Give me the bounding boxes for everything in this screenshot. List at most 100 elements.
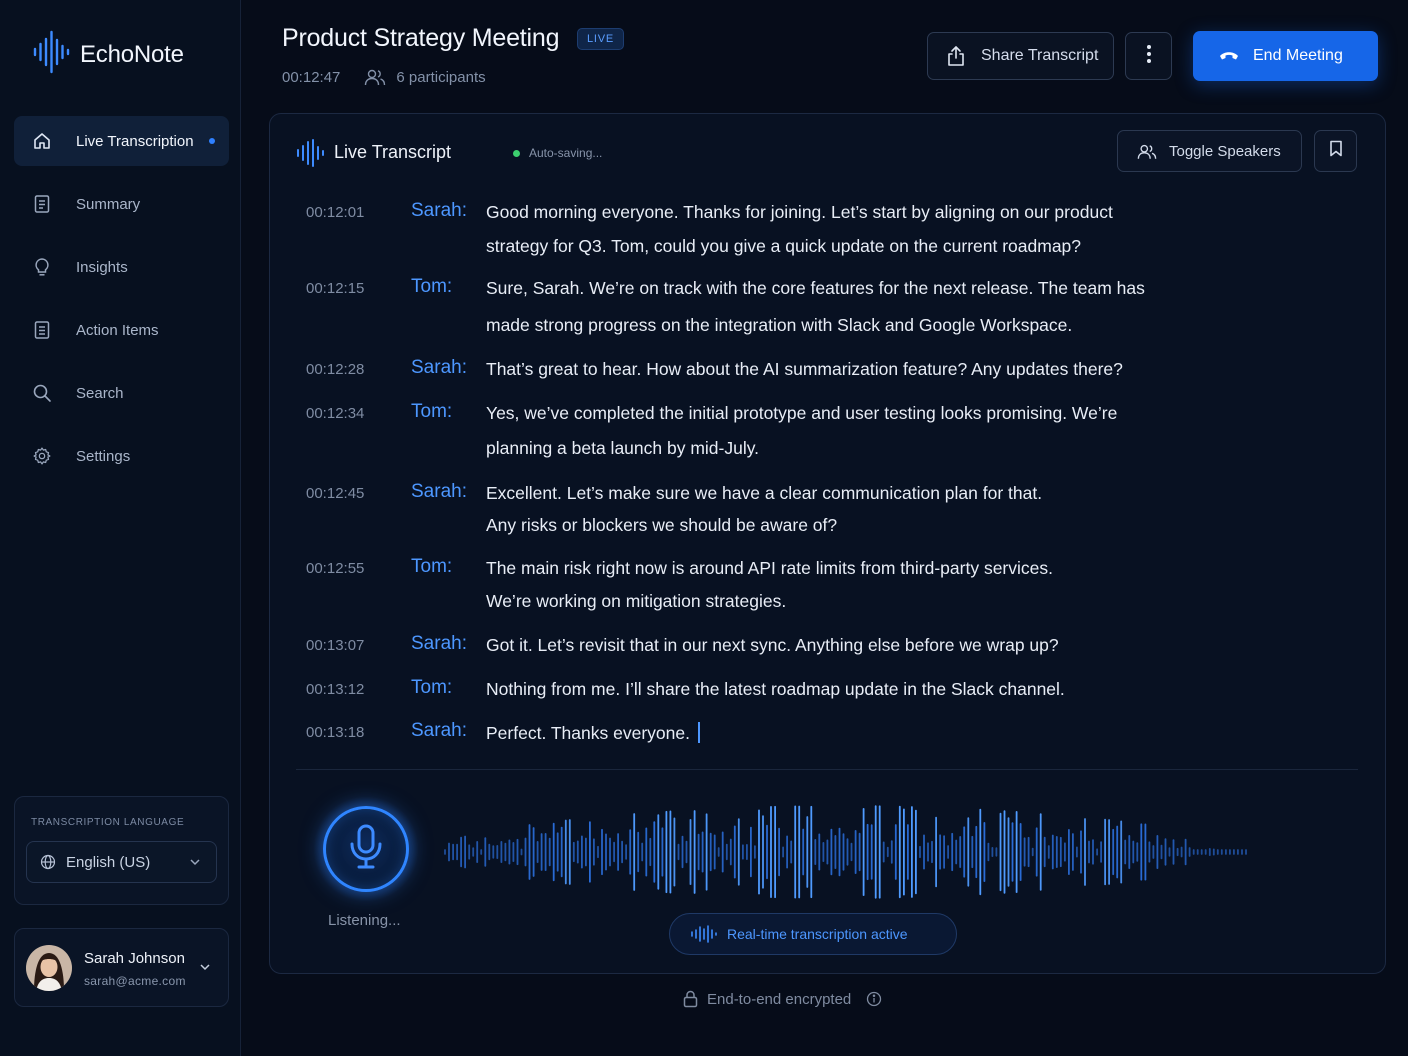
lock-icon (683, 990, 698, 1008)
chevron-down-icon (188, 855, 202, 869)
realtime-status-pill: Real-time transcription active (669, 913, 957, 955)
entry-timestamp: 00:13:12 (306, 681, 365, 698)
waveform-icon (690, 925, 718, 943)
entry-text-line: Nothing from me. I’ll share the latest r… (486, 679, 1065, 699)
sidebar-item-summary[interactable]: Summary (14, 179, 229, 229)
toggle-speakers-button[interactable]: Toggle Speakers (1117, 130, 1302, 172)
avatar (26, 945, 72, 991)
entry-text-line: planning a beta launch by mid-July. (486, 438, 760, 458)
sidebar-item-live-transcription[interactable]: Live Transcription (14, 116, 229, 166)
live-badge: LIVE (577, 28, 624, 50)
sidebar-item-label: Search (76, 384, 124, 402)
more-options-button[interactable] (1125, 32, 1172, 80)
entry-text-line: strategy for Q3. Tom, could you give a q… (486, 236, 1082, 256)
entry-speaker[interactable]: Sarah: (411, 200, 467, 222)
entry-text-line: The main risk right now is around API ra… (486, 558, 1053, 578)
entry-text-line: Perfect. Thanks everyone. (486, 722, 1186, 744)
participants-count: 6 participants (396, 68, 486, 86)
user-profile-menu[interactable]: Sarah Johnson sarah@acme.com (14, 928, 229, 1007)
sidebar-item-search[interactable]: Search (14, 368, 229, 418)
entry-speaker[interactable]: Tom: (411, 556, 452, 578)
entry-speaker[interactable]: Tom: (411, 677, 452, 699)
entry-speaker[interactable]: Sarah: (411, 357, 467, 379)
microphone-button[interactable] (323, 806, 409, 892)
more-vertical-icon (1146, 44, 1152, 69)
entry-text-line: That’s great to hear. How about the AI s… (486, 359, 1123, 379)
home-icon (32, 131, 52, 151)
entry-text-line: Got it. Let’s revisit that in our next s… (486, 635, 1059, 655)
entry-text-line: Excellent. Let’s make sure we have a cle… (486, 483, 1043, 503)
participants-icon (364, 68, 386, 86)
share-icon (945, 45, 967, 67)
language-select[interactable]: English (US) (26, 841, 217, 883)
entry-text: Perfect. Thanks everyone. (486, 723, 690, 743)
microphone-control (313, 796, 419, 902)
realtime-label: Real-time transcription active (727, 926, 908, 942)
end-meeting-label: End Meeting (1253, 47, 1343, 64)
microphone-icon (348, 824, 384, 875)
entry-timestamp: 00:12:45 (306, 485, 365, 502)
language-label: TRANSCRIPTION LANGUAGE (31, 817, 185, 828)
transcript-panel: Live Transcript Auto-saving... Toggle Sp… (269, 113, 1386, 974)
entry-timestamp: 00:13:07 (306, 637, 365, 654)
globe-icon (40, 854, 56, 870)
entry-speaker[interactable]: Sarah: (411, 633, 467, 655)
entry-speaker[interactable]: Sarah: (411, 720, 467, 742)
entry-timestamp: 00:13:18 (306, 724, 365, 741)
toggle-speakers-label: Toggle Speakers (1169, 142, 1281, 160)
autosave-label: Auto-saving... (529, 146, 603, 160)
entry-timestamp: 00:12:28 (306, 361, 365, 378)
info-icon[interactable] (866, 991, 882, 1007)
entry-speaker[interactable]: Sarah: (411, 481, 467, 503)
mic-status: Listening... (328, 912, 401, 929)
entry-text-line: made strong progress on the integration … (486, 315, 1073, 335)
entry-text-line: Good morning everyone. Thanks for joinin… (486, 202, 1113, 222)
waveform-logo-icon (32, 30, 72, 79)
checklist-icon (32, 320, 52, 340)
entry-speaker[interactable]: Tom: (411, 401, 452, 423)
panel-title: Live Transcript (334, 142, 452, 162)
entry-text-line: Any risks or blockers we should be aware… (486, 515, 838, 535)
elapsed-time: 00:12:47 (282, 68, 341, 86)
entry-speaker[interactable]: Tom: (411, 276, 452, 298)
encryption-notice: End-to-end encrypted (683, 990, 882, 1008)
bookmark-icon (1329, 140, 1343, 162)
users-icon (1137, 143, 1157, 160)
entry-text-line: We’re working on mitigation strategies. (486, 591, 787, 611)
audio-waveform (444, 805, 1247, 899)
language-value: English (US) (66, 853, 151, 871)
user-email: sarah@acme.com (84, 974, 186, 988)
sidebar-item-settings[interactable]: Settings (14, 431, 229, 481)
sidebar-item-action-items[interactable]: Action Items (14, 305, 229, 355)
gear-icon (32, 446, 52, 466)
app-name: EchoNote (80, 40, 184, 68)
typing-cursor (697, 722, 701, 743)
status-dot (513, 149, 520, 157)
share-transcript-button[interactable]: Share Transcript (927, 32, 1114, 80)
entry-text-line: Sure, Sarah. We’re on track with the cor… (486, 278, 1145, 298)
entry-timestamp: 00:12:01 (306, 204, 365, 221)
sidebar-item-label: Action Items (76, 321, 159, 339)
user-name: Sarah Johnson (84, 950, 185, 967)
page-title: Product Strategy Meeting (282, 24, 560, 52)
active-indicator-dot (208, 138, 215, 144)
lightbulb-icon (32, 257, 52, 277)
divider (296, 769, 1358, 770)
waveform-icon (296, 139, 326, 167)
entry-text-line: Yes, we’ve completed the initial prototy… (486, 403, 1118, 423)
end-meeting-button[interactable]: End Meeting (1193, 31, 1378, 81)
sidebar-item-label: Insights (76, 258, 128, 276)
search-icon (32, 383, 52, 403)
entry-timestamp: 00:12:55 (306, 560, 365, 577)
encryption-label: End-to-end encrypted (707, 990, 852, 1008)
document-icon (32, 194, 52, 214)
app-logo[interactable]: EchoNote (32, 30, 184, 79)
language-panel: TRANSCRIPTION LANGUAGE English (US) (14, 796, 229, 905)
hang-up-icon (1219, 50, 1239, 62)
sidebar-item-label: Settings (76, 447, 131, 465)
meeting-meta: 00:12:47 6 participants (282, 68, 486, 86)
sidebar-item-insights[interactable]: Insights (14, 242, 229, 292)
chevron-down-icon (198, 960, 212, 974)
sidebar: EchoNote Live Transcription Summary Insi… (0, 0, 241, 1056)
bookmark-button[interactable] (1314, 130, 1357, 172)
